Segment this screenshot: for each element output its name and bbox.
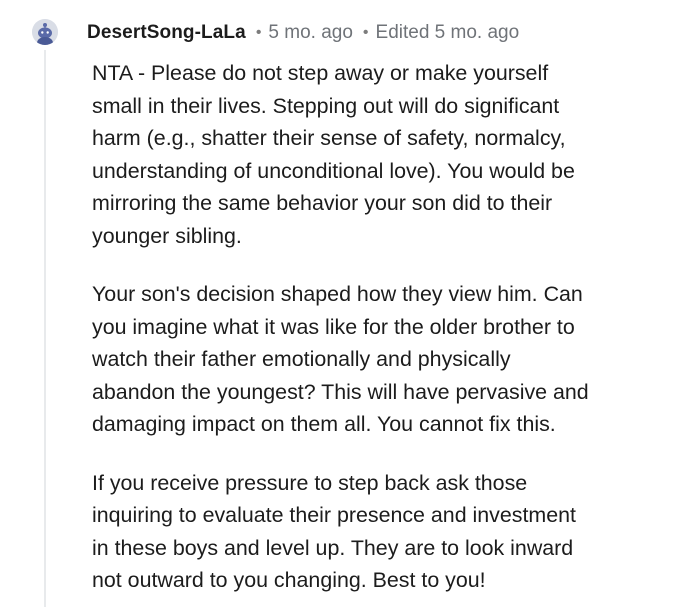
text-line: in these boys and level up. They are to … (92, 535, 574, 560)
comment-paragraph: If you receive pressure to step back ask… (92, 467, 662, 597)
comment-body: NTA - Please do not step away or make yo… (92, 57, 662, 597)
text-line: abandon the youngest? This will have per… (92, 379, 589, 404)
text-line: watch their father emotionally and physi… (92, 347, 511, 371)
text-line: understanding of unconditional love). Yo… (92, 158, 575, 183)
comment-paragraph: NTA - Please do not step away or make yo… (92, 57, 662, 252)
comment-header: DesertSong-LaLa • 5 mo. ago • Edited 5 m… (87, 20, 519, 46)
separator-dot: • (255, 24, 262, 41)
text-line: Your son's decision shaped how they view… (92, 282, 583, 306)
text-line: If you receive pressure to step back ask… (92, 470, 528, 495)
edited-label: Edited 5 mo. ago (375, 22, 520, 43)
text-line: not outward to you changing. Best to you… (92, 568, 486, 592)
text-line: inquiring to evaluate their presence and… (92, 503, 576, 527)
text-line: small in their lives. Stepping out will … (92, 93, 560, 118)
avatar[interactable] (32, 19, 58, 45)
comment: DesertSong-LaLa • 5 mo. ago • Edited 5 m… (0, 0, 700, 607)
snoo-avatar-icon (32, 19, 58, 45)
text-line: damaging impact on them all. You cannot … (92, 412, 556, 436)
separator-dot: • (362, 24, 369, 41)
username-link[interactable]: DesertSong-LaLa (87, 22, 246, 44)
thread-line[interactable] (44, 50, 46, 607)
comment-paragraph: Your son's decision shaped how they view… (92, 278, 662, 441)
timestamp[interactable]: 5 mo. ago (268, 22, 353, 44)
text-line: NTA - Please do not step away or make yo… (92, 61, 549, 85)
text-line: mirroring the same behavior your son did… (92, 191, 553, 215)
text-line: you imagine what it was like for the old… (92, 314, 575, 339)
text-line: younger sibling. (92, 223, 242, 248)
text-line: harm (e.g., shatter their sense of safet… (92, 126, 566, 150)
